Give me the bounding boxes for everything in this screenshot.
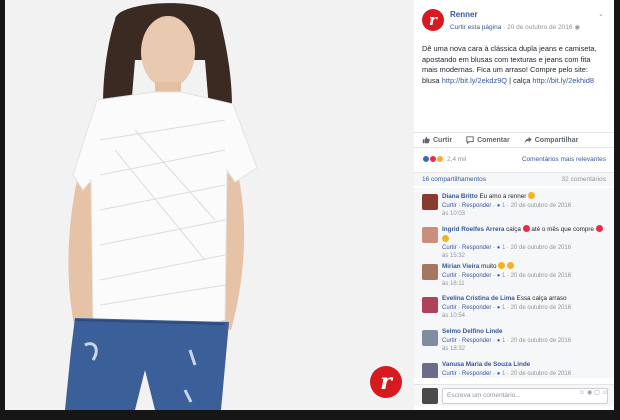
comment-time[interactable]: · 20 de outubro de 2016 <box>505 305 571 311</box>
comment-text: Essa calça arraso <box>516 295 567 302</box>
wow-reaction-icon[interactable] <box>436 155 444 163</box>
like-count-icon: ● <box>496 304 501 311</box>
comment-item: Diana Britto Eu amo a renner Curtir · Re… <box>414 188 614 221</box>
model-photo-illustration <box>5 0 414 410</box>
comment-time-hour: às 18:32 <box>442 345 466 352</box>
heart-emoji-icon <box>522 225 530 232</box>
comments-count[interactable]: 32 comentários <box>562 176 606 183</box>
comment-text-2: até o mês que compre <box>529 226 596 233</box>
share-arrow-icon <box>524 136 532 144</box>
shares-count[interactable]: 16 compartilhamentos <box>422 176 486 183</box>
avatar[interactable] <box>422 363 438 378</box>
comment-author[interactable]: Mirian Vieira <box>442 263 479 270</box>
comment-item: Evelina Cristina de Lima Essa calça arra… <box>414 291 614 324</box>
post-text-mid: | calça <box>507 75 531 85</box>
comment-time-hour: às 16:11 <box>442 280 465 287</box>
post-date[interactable]: 20 de outubro de 2016 <box>507 24 572 31</box>
renner-watermark-logo: r <box>370 366 402 398</box>
like-count-icon: ● <box>496 337 501 344</box>
like-count-icon: ● <box>496 272 501 279</box>
thumbs-up-icon <box>422 136 430 144</box>
comment-author[interactable]: Ingrid Roelfes Arrera <box>442 226 504 233</box>
options-chevron-icon[interactable]: ⌄ <box>598 10 604 18</box>
comment-bubble-icon <box>466 136 474 144</box>
post-link-blouse[interactable]: http://bit.ly/2ekdz9Q <box>442 76 507 85</box>
avatar[interactable] <box>422 194 438 210</box>
comment-text: muito <box>481 263 499 270</box>
comment-actions[interactable]: Curtir · Responder · <box>442 273 497 279</box>
heart-emoji-icon <box>595 225 603 232</box>
comment-actions[interactable]: Curtir · Responder · <box>442 203 497 209</box>
avatar[interactable] <box>422 330 438 346</box>
comment-actions[interactable]: Curtir · Responder · <box>442 371 497 377</box>
emoji-icon[interactable]: ☺ <box>579 390 587 396</box>
laughing-emoji-icon <box>442 234 449 242</box>
gif-icon[interactable]: ▢ <box>594 390 602 396</box>
comment-input-placeholder: Escreva um comentário... <box>447 392 521 399</box>
post-body: Dê uma nova cara à clássica dupla jeans … <box>414 38 614 130</box>
comment-item: Vanusa Maria de Souza Linde Curtir · Res… <box>414 357 614 378</box>
sticker-icon[interactable]: ☺ <box>602 390 610 396</box>
page-name-link[interactable]: Renner <box>450 10 478 19</box>
post-side-panel: r Renner Curtir esta página · 20 de outu… <box>414 0 614 410</box>
comment-text: Eu amo a renner <box>479 193 527 200</box>
comment-label: Comentar <box>477 136 510 144</box>
share-button[interactable]: Compartilhar <box>524 136 579 144</box>
globe-icon: ◉ <box>574 24 580 31</box>
comment-time[interactable]: · 20 de outubro de 2016 <box>505 273 571 279</box>
like-count-icon: ● <box>496 202 501 209</box>
comment-actions[interactable]: Curtir · Responder · <box>442 245 497 251</box>
avatar[interactable] <box>422 297 438 313</box>
comment-time[interactable]: · 20 de outubro de 2016 <box>505 371 571 377</box>
comment-actions[interactable]: Curtir · Responder · <box>442 305 497 311</box>
page-avatar[interactable]: r <box>422 9 444 31</box>
comment-composer: Escreva um comentário... ☺◉▢☺ <box>414 384 614 406</box>
post-photo[interactable]: r <box>5 0 414 410</box>
comment-actions[interactable]: Curtir · Responder · <box>442 338 497 344</box>
heart-eyes-emoji-icon <box>528 192 536 199</box>
comment-time-hour: às 10:03 <box>442 210 466 217</box>
comment-author[interactable]: Evelina Cristina de Lima <box>442 295 515 302</box>
comment-item: Selmo Delfino Linde Curtir · Responder ·… <box>414 324 614 357</box>
avatar[interactable] <box>422 264 438 280</box>
like-page-link[interactable]: Curtir esta página <box>450 24 501 31</box>
reaction-count[interactable]: 2,4 mil <box>447 156 466 163</box>
comment-text: calça <box>506 226 523 233</box>
comment-item: Ingrid Roelfes Arrera calça até o mês qu… <box>414 221 614 259</box>
like-count-icon: ● <box>496 370 501 377</box>
post-stats: 16 compartilhamentos 32 comentários <box>414 172 614 186</box>
composer-tools: ☺◉▢☺ <box>579 389 610 396</box>
comment-item: Mirian Vieira muito Curtir · Responder ·… <box>414 258 614 291</box>
heart-eyes-emoji-icon <box>507 262 514 269</box>
like-label: Curtir <box>433 136 453 144</box>
avatar <box>422 388 438 404</box>
reactions-bar: 2,4 mil Comentários mais relevantes <box>414 150 614 168</box>
comment-time[interactable]: · 20 de outubro de 2016 <box>505 245 571 251</box>
post-link-pants[interactable]: http://bit.ly/2ekhid8 <box>532 76 594 85</box>
avatar[interactable] <box>422 227 438 243</box>
comment-button[interactable]: Comentar <box>466 136 510 144</box>
comment-author[interactable]: Diana Britto <box>442 193 478 200</box>
comment-author[interactable]: Vanusa Maria de Souza Linde <box>442 361 530 368</box>
lightbox-frame: r r Renner Curtir esta página · 20 de ou… <box>0 0 620 420</box>
comment-time-hour: às 10:54 <box>442 312 466 319</box>
post-actions: Curtir Comentar Compartilhar <box>414 132 614 148</box>
comment-time[interactable]: · 20 de outubro de 2016 <box>505 203 571 209</box>
like-count-icon: ● <box>496 245 501 251</box>
share-label: Compartilhar <box>534 136 579 144</box>
comments-list: Diana Britto Eu amo a renner Curtir · Re… <box>414 188 614 378</box>
post-meta: Curtir esta página · 20 de outubro de 20… <box>450 23 580 31</box>
like-button[interactable]: Curtir <box>422 136 452 144</box>
heart-eyes-emoji-icon <box>498 262 506 269</box>
post-header: r Renner Curtir esta página · 20 de outu… <box>414 0 614 38</box>
comment-time[interactable]: · 20 de outubro de 2016 <box>505 338 571 344</box>
comment-author[interactable]: Selmo Delfino Linde <box>442 328 503 335</box>
comment-sort-dropdown[interactable]: Comentários mais relevantes <box>522 156 606 163</box>
